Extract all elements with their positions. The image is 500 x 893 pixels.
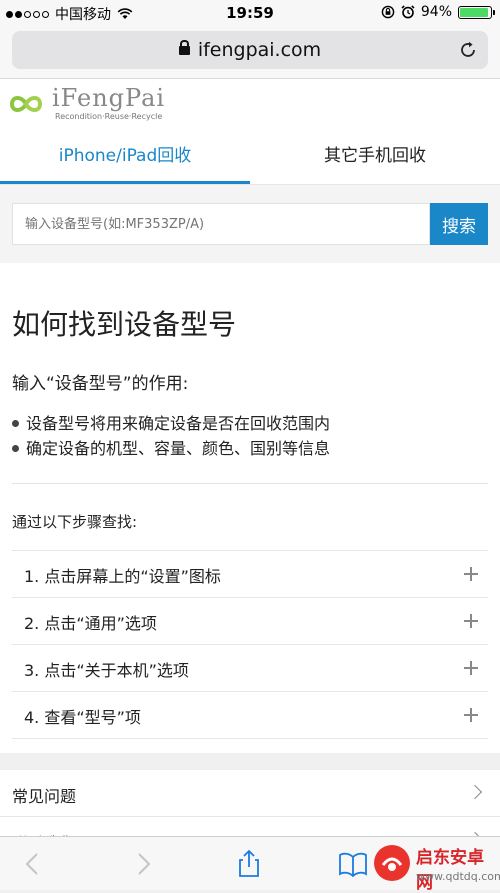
step-item-model[interactable]: 4. 查看“型号”项: [12, 692, 488, 739]
device-tabs: iPhone/iPad回收 其它手机回收: [0, 131, 500, 185]
search-panel: 搜索: [0, 185, 500, 263]
chevron-right-icon: [467, 784, 483, 800]
tab-other-phones[interactable]: 其它手机回收: [250, 131, 500, 184]
list-item: 设备型号将用来确定设备是否在回收范围内: [12, 411, 330, 436]
page-title: 如何找到设备型号: [12, 308, 237, 341]
rotation-lock-icon: [381, 5, 395, 19]
status-bar: 中国移动 19:59 94%: [0, 0, 500, 26]
steps-accordion: 1. 点击屏幕上的“设置”图标 2. 点击“通用”选项 3. 点击“关于本机”选…: [12, 550, 488, 739]
battery-icon: [458, 5, 495, 19]
share-icon[interactable]: [234, 849, 264, 879]
step-label: 1. 点击屏幕上的“设置”图标: [24, 567, 221, 586]
lock-icon: [178, 40, 190, 55]
step-item-general[interactable]: 2. 点击“通用”选项: [12, 598, 488, 645]
reload-icon[interactable]: [458, 40, 478, 60]
battery-percent: 94%: [420, 4, 452, 20]
step-item-settings[interactable]: 1. 点击屏幕上的“设置”图标: [12, 551, 488, 598]
steps-heading: 通过以下步骤查找:: [12, 513, 138, 531]
back-icon[interactable]: [18, 849, 48, 879]
faq-item-common-questions[interactable]: 常见问题: [0, 770, 500, 817]
site-watermark: 启东安卓网 www.qdtdq.com: [368, 839, 500, 893]
purpose-heading: 输入“设备型号”的作用:: [12, 374, 189, 394]
logo-text: iFengPai: [52, 84, 166, 112]
divider: [12, 483, 488, 484]
expand-plus-icon: [464, 708, 478, 722]
browser-toolbar: 启东安卓网 www.qdtdq.com: [0, 836, 500, 893]
browser-address-area: ifengpai.com: [0, 26, 500, 79]
watermark-logo-icon: [374, 845, 410, 881]
search-button[interactable]: 搜索: [430, 203, 488, 245]
bookmarks-icon[interactable]: [338, 849, 368, 879]
forward-icon[interactable]: [128, 849, 158, 879]
watermark-title: 启东安卓网: [416, 848, 484, 893]
url-text: ifengpai.com: [197, 39, 322, 61]
faq-label: 常见问题: [12, 787, 77, 806]
tab-iphone-ipad[interactable]: iPhone/iPad回收: [0, 131, 250, 184]
alarm-icon: [401, 5, 415, 19]
expand-plus-icon: [464, 614, 478, 628]
address-bar[interactable]: ifengpai.com: [12, 31, 488, 69]
step-item-about[interactable]: 3. 点击“关于本机”选项: [12, 645, 488, 692]
infinity-logo-icon: [9, 96, 43, 112]
expand-plus-icon: [464, 661, 478, 675]
step-label: 3. 点击“关于本机”选项: [24, 661, 189, 680]
address-text-wrap: ifengpai.com: [12, 39, 488, 61]
expand-plus-icon: [464, 567, 478, 581]
purpose-list: 设备型号将用来确定设备是否在回收范围内 确定设备的机型、容量、颜色、国别等信息: [12, 411, 330, 461]
step-label: 4. 查看“型号”项: [24, 708, 141, 727]
site-header: iFengPai Recondition·Reuse·Recycle: [0, 79, 500, 131]
status-right: 94%: [381, 4, 495, 20]
model-guide: 如何找到设备型号 输入“设备型号”的作用: 设备型号将用来确定设备是否在回收范围…: [0, 263, 500, 753]
model-search-input[interactable]: [12, 203, 430, 245]
faq-list: 常见问题 联系我们: [0, 770, 500, 840]
list-item: 确定设备的机型、容量、颜色、国别等信息: [12, 436, 330, 461]
logo-tagline: Recondition·Reuse·Recycle: [55, 112, 163, 121]
step-label: 2. 点击“通用”选项: [24, 614, 157, 633]
watermark-url: www.qdtdq.com: [416, 870, 500, 883]
